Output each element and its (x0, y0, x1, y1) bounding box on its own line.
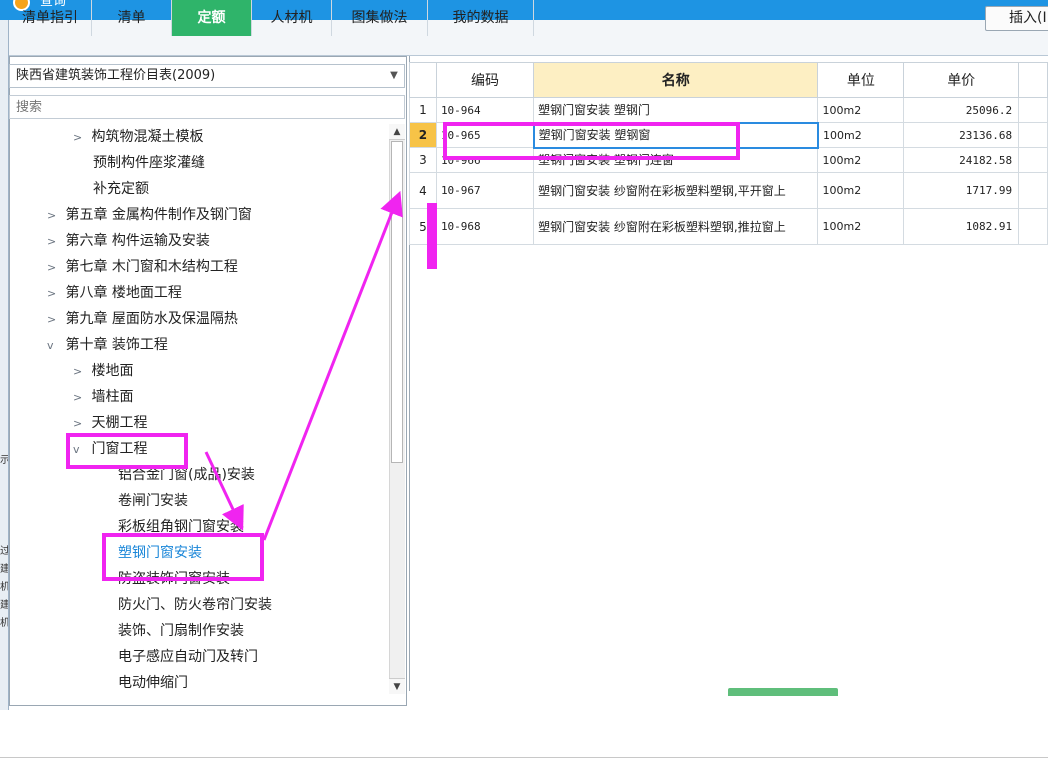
arrow-to-table (262, 190, 403, 541)
annotation-arrows (204, 190, 403, 541)
arrow-to-selected (204, 451, 244, 531)
